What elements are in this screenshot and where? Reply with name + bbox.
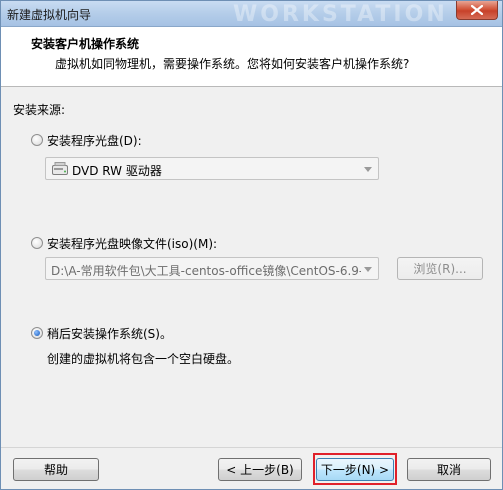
disc-radio[interactable] (31, 134, 43, 146)
help-button[interactable]: 帮助 (13, 458, 99, 481)
wizard-header: 安装客户机操作系统 虚拟机如同物理机，需要操作系统。您将如何安装客户机操作系统? (1, 27, 502, 87)
chevron-down-icon[interactable] (364, 267, 372, 272)
disc-option-label[interactable]: 安装程序光盘(D): (47, 132, 142, 149)
page-subtitle: 虚拟机如同物理机，需要操作系统。您将如何安装客户机操作系统? (55, 57, 410, 71)
install-source-label: 安装来源: (13, 103, 66, 117)
close-button[interactable] (456, 1, 498, 20)
chevron-down-icon[interactable] (364, 167, 372, 172)
install-later-label[interactable]: 稍后安装操作系统(S)。 (47, 325, 172, 342)
cancel-button[interactable]: 取消 (407, 458, 491, 481)
close-icon (471, 5, 483, 15)
workstation-watermark: WORKSTATION (233, 2, 448, 27)
install-later-radio[interactable] (31, 327, 43, 339)
disc-drive-select[interactable]: DVD RW 驱动器 (45, 157, 379, 180)
page-title: 安装客户机操作系统 (31, 37, 140, 51)
disc-drive-value: DVD RW 驱动器 (72, 164, 162, 178)
window-title: 新建虚拟机向导 (7, 8, 92, 22)
title-bar[interactable]: 新建虚拟机向导 WORKSTATION (1, 1, 502, 27)
install-later-note: 创建的虚拟机将包含一个空白硬盘。 (47, 352, 240, 366)
footer-divider (1, 447, 502, 448)
next-button-highlight (313, 453, 397, 485)
dvd-drive-icon (52, 162, 68, 175)
new-vm-wizard-window: 新建虚拟机向导 WORKSTATION 安装客户机操作系统 虚拟机如同物理机，需… (0, 0, 503, 490)
back-button[interactable]: < 上一步(B) (218, 458, 302, 481)
iso-path-combo[interactable]: D:\A-常用软件包\大工具-centos-office镜像\CentOS-6.… (45, 257, 379, 280)
iso-option-label[interactable]: 安装程序光盘映像文件(iso)(M): (47, 235, 217, 252)
browse-button[interactable]: 浏览(R)... (397, 257, 483, 280)
iso-path-value: D:\A-常用软件包\大工具-centos-office镜像\CentOS-6.… (51, 264, 361, 278)
iso-radio[interactable] (31, 237, 43, 249)
